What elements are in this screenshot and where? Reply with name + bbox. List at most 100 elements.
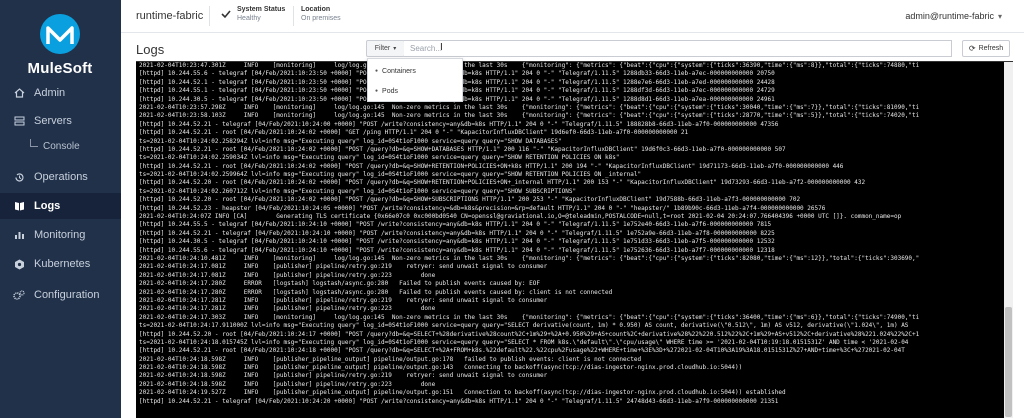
user-name: admin@runtime-fabric [905,11,994,21]
log-line: 2021-02-04T10:24:18.598Z INFO [publisher… [139,364,743,372]
log-line: ts=2021-02-04T10:24:02.258294Z lvl=info … [139,137,562,145]
bullet-icon: ● [375,88,379,94]
log-line: [httpd] 10.244.52.1 - telegraf [04/Feb/2… [139,78,775,86]
log-line: 2021-02-04T10:23:58.103Z INFO [monitorin… [139,112,920,120]
log-line: 2021-02-04T10:24:17.280Z ERROR [logstash… [139,280,540,288]
log-line: [httpd] 10.244.30.5 - telegraf [04/Feb/2… [139,95,775,103]
filter-dropdown: ● Containers ● Pods [367,58,463,102]
log-line: 2021-02-04T10:24:19.527Z INFO [publisher… [139,389,786,397]
top-header: runtime-fabric System Status Healthy Loc… [121,0,1024,33]
log-line: ts=2021-02-04T10:24:02.259034Z lvl=info … [139,154,620,162]
status-label: System Status [237,6,286,13]
sidebar-item-label: Admin [34,87,66,99]
log-line: [httpd] 10.244.52.21 - telegraf [04/Feb/… [139,397,779,405]
log-line: ts=2021-02-04T10:24:18.015745Z lvl=info … [139,338,909,346]
log-line: [httpd] 10.244.30.5 - telegraf [04/Feb/2… [139,238,775,246]
chart-icon [13,229,25,241]
log-line: [httpd] 10.244.52.20 - root [04/Feb/2021… [139,330,920,338]
filter-option-pods[interactable]: ● Pods [368,81,462,101]
log-line: [httpd] 10.244.55.6 - telegraf [04/Feb/2… [139,246,775,254]
log-line: 2021-02-04T10:24:17.281Z INFO [publisher… [139,305,436,313]
sidebar-item-label: Monitoring [34,229,86,241]
log-line: [httpd] 10.244.55.6 - telegraf [04/Feb/2… [139,70,775,78]
sidebar-item-label: Servers [34,115,72,127]
filter-option-label: Pods [382,87,398,95]
refresh-button[interactable]: ⟳ Refresh [962,40,1010,57]
log-line: [httpd] 10.244.55.5 - telegraf [04/Feb/2… [139,221,772,229]
log-line: [httpd] 10.244.52.21 - root [04/Feb/2021… [139,145,786,153]
page-title: Logs [136,42,165,57]
sidebar-item-label: Kubernetes [34,258,91,270]
bullet-icon: ● [375,68,379,74]
sidebar-item-operations[interactable]: Operations [0,164,121,190]
log-line: 2021-02-04T10:24:07Z INFO [CA] Generatin… [139,213,902,221]
location-label: Location [301,6,331,13]
home-icon [13,87,25,99]
log-line: ts=2021-02-04T10:24:02.260712Z lvl=info … [139,187,577,195]
log-line: [httpd] 10.244.52.21 - telegraf [04/Feb/… [139,229,775,237]
log-line: [httpd] 10.244.52.20 - root [04/Feb/2021… [139,179,866,187]
divider [293,6,294,26]
log-line: [httpd] 10.244.52.21 - root [04/Feb/2021… [139,129,689,137]
logo-text: MuleSoft [27,60,93,77]
log-line: 2021-02-04T10:24:18.598Z INFO [publisher… [139,355,642,363]
log-line: 2021-02-04T10:24:17.081Z INFO [publisher… [139,263,548,271]
divider [209,6,210,26]
log-lines: 2021-02-04T10:23:47.301Z INFO [monitorin… [136,62,1013,406]
log-line: [httpd] 10.244.52.21 - root [04/Feb/2021… [139,162,844,170]
mulesoft-logo-icon [40,14,80,54]
sidebar-item-label: Logs [34,200,61,212]
filter-option-label: Containers [382,67,416,75]
sidebar-item-kubernetes[interactable]: Kubernetes [0,251,121,277]
book-icon [13,200,25,212]
log-line: 2021-02-04T10:23:47.301Z INFO [monitorin… [139,62,920,69]
log-line: 2021-02-04T10:24:17.081Z INFO [publisher… [139,271,436,279]
system-status: System Status Healthy [221,5,285,24]
log-line: [httpd] 10.244.52.21 - telegraf [04/Feb/… [139,120,779,128]
mulesoft-logo[interactable]: MuleSoft [22,14,98,86]
user-menu[interactable]: admin@runtime-fabric ▾ [905,11,1002,21]
sidebar-item-admin[interactable]: Admin [0,80,121,106]
servers-icon [13,115,25,127]
sidebar: MuleSoft Admin Servers Console Operation… [0,0,121,418]
log-line: ts=2021-02-04T10:24:17.911000Z lvl=info … [139,322,909,330]
branch-icon [30,139,38,147]
sidebar-item-configuration[interactable]: Configuration [0,282,121,308]
log-line: [httpd] 10.244.52.20 - root [04/Feb/2021… [139,196,801,204]
refresh-label: Refresh [978,45,1004,52]
refresh-icon: ⟳ [968,44,976,53]
history-icon [13,171,25,183]
log-line: 2021-02-04T10:24:17.280Z ERROR [logstash… [139,288,613,296]
log-line: 2021-02-04T10:23:57.298Z INFO [monitorin… [139,103,920,111]
filter-button[interactable]: Filter ▾ [366,40,405,57]
sidebar-item-servers[interactable]: Servers [0,108,121,134]
text-cursor-icon: I [440,42,443,53]
log-line: 2021-02-04T10:24:18.598Z INFO [publisher… [139,372,548,380]
sidebar-item-label: Configuration [34,289,100,301]
caret-down-icon: ▾ [393,46,397,52]
location: Location On premises [301,5,341,24]
log-line: [httpd] 10.244.52.23 - heapster [04/Feb/… [139,204,826,212]
chevron-down-icon: ▾ [997,12,1002,21]
sidebar-item-console[interactable]: Console [0,133,121,159]
sidebar-item-label: Operations [34,171,88,183]
log-line: [httpd] 10.244.55.1 - telegraf [04/Feb/2… [139,87,775,95]
filter-label: Filter [374,45,391,52]
status-value: Healthy [237,15,261,22]
log-line: 2021-02-04T10:24:18.598Z INFO [publisher… [139,380,436,388]
checkmark-icon [221,10,231,19]
log-scrollbar[interactable] [1004,62,1013,418]
log-line: 2021-02-04T10:24:17.281Z INFO [publisher… [139,296,548,304]
sidebar-item-monitoring[interactable]: Monitoring [0,222,121,248]
location-value: On premises [301,15,341,22]
scrollbar-thumb[interactable] [1005,307,1012,417]
gears-icon [13,289,25,301]
log-output[interactable]: 2021-02-04T10:23:47.301Z INFO [monitorin… [136,61,1013,418]
kubernetes-icon [13,258,25,270]
environment-name[interactable]: runtime-fabric [136,10,203,22]
sidebar-item-logs[interactable]: Logs [0,193,121,219]
search-input[interactable] [404,40,952,57]
log-line: 2021-02-04T10:24:17.303Z INFO [monitorin… [139,313,920,321]
log-line: 2021-02-04T10:24:10.481Z INFO [monitorin… [139,254,920,262]
filter-option-containers[interactable]: ● Containers [368,61,462,81]
